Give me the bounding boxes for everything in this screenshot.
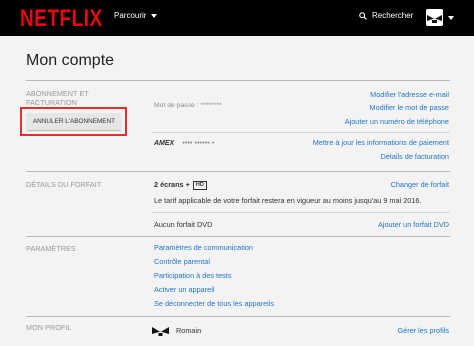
- test-participation-link[interactable]: Participation à des tests: [154, 271, 231, 280]
- divider: [152, 132, 450, 133]
- membership-section-label: ABONNEMENT ET FACTURATION: [26, 89, 89, 107]
- change-plan-link[interactable]: Changer de forfait: [391, 180, 449, 189]
- hd-badge: HD: [192, 181, 207, 190]
- netflix-logo[interactable]: NETFLIX: [20, 6, 103, 34]
- divider: [152, 212, 450, 213]
- manage-profiles-link[interactable]: Gérer les profils: [398, 326, 450, 335]
- password-label: Mot de passe : ********: [154, 102, 222, 109]
- card-info: AMEX •••• •••••• •: [154, 138, 214, 147]
- divider: [26, 80, 450, 81]
- profile-name: Romain: [176, 326, 202, 335]
- communication-settings-link[interactable]: Paramètres de communication: [154, 243, 253, 252]
- add-dvd-plan-link[interactable]: Ajouter un forfait DVD: [378, 220, 449, 229]
- dvd-plan-text: Aucun forfait DVD: [154, 220, 213, 229]
- divider: [26, 316, 450, 317]
- plan-screens: 2 écrans + HD: [154, 180, 207, 190]
- divider: [26, 236, 450, 237]
- sign-out-all-devices-link[interactable]: Se déconnecter de tous les appareils: [154, 299, 274, 308]
- change-email-link[interactable]: Modifier l'adresse e-mail: [370, 90, 449, 99]
- divider: [26, 171, 450, 172]
- add-phone-link[interactable]: Ajouter un numéro de téléphone: [345, 117, 449, 126]
- settings-section-label: PARAMÈTRES: [26, 244, 76, 253]
- profile-section-label: MON PROFIL: [26, 323, 72, 332]
- search-icon: [359, 11, 367, 20]
- parental-controls-link[interactable]: Contrôle parental: [154, 257, 210, 266]
- browse-label: Parcourir: [114, 11, 147, 20]
- page-title: Mon compte: [26, 52, 115, 69]
- billing-details-link[interactable]: Détails de facturation: [380, 152, 449, 161]
- card-brand: AMEX: [154, 140, 175, 147]
- chevron-down-icon: [151, 13, 158, 18]
- search-button[interactable]: Rechercher: [359, 11, 413, 20]
- card-mask: •••• •••••• •: [182, 138, 215, 147]
- plan-section-label: DÉTAILS DU FORFAIT: [26, 180, 102, 189]
- profile-avatar[interactable]: [426, 9, 443, 26]
- plan-price-notice: Le tarif applicable de votre forfait res…: [154, 196, 422, 205]
- browse-menu[interactable]: Parcourir: [114, 11, 158, 20]
- update-payment-link[interactable]: Mettre à jour les informations de paieme…: [313, 138, 449, 147]
- top-nav-bar: NETFLIX Parcourir Rechercher: [0, 0, 474, 36]
- avatar-chevron-down-icon[interactable]: [448, 16, 454, 20]
- plan-screens-text: 2 écrans +: [154, 180, 190, 189]
- profile-avatar-icon: [152, 327, 169, 336]
- search-label: Rechercher: [372, 11, 414, 20]
- cancel-membership-button[interactable]: ANNULER L'ABONNEMENT: [27, 113, 121, 130]
- activate-device-link[interactable]: Activer un appareil: [154, 285, 214, 294]
- change-password-link[interactable]: Modifier le mot de passe: [370, 103, 450, 112]
